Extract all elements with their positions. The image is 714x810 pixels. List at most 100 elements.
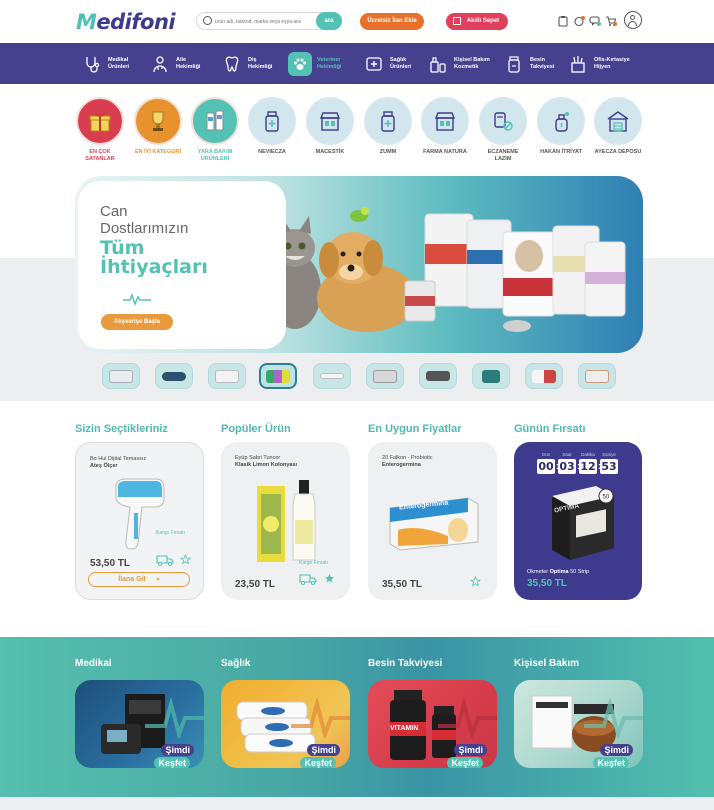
truck-icon [156, 555, 174, 566]
product-card-cologne[interactable]: Eyüp Sabri Tuncer Klasik Limon Kolonyası … [221, 442, 350, 600]
warehouse-icon [607, 111, 629, 132]
smart-cart-button[interactable]: Akıllı Sepet [446, 13, 508, 30]
category-farma-natura[interactable]: FARMA NATURA [421, 97, 469, 156]
star-filled-icon[interactable] [324, 573, 335, 584]
featured-card-personal-care[interactable]: Şimdi Keşfet [514, 680, 643, 768]
discover-now-label[interactable]: Şimdi [600, 744, 633, 756]
category-circle [594, 97, 642, 145]
star-icon[interactable] [180, 554, 191, 565]
store-icon [434, 112, 456, 131]
category-zumm[interactable]: ZUMM [364, 97, 412, 156]
hero-line-4: İhtiyaçları [100, 256, 208, 278]
featured-card-supplements[interactable]: VITAMIN Şimdi Keşfet [368, 680, 497, 768]
cologne-image [257, 480, 316, 562]
search-input[interactable] [215, 15, 315, 28]
svg-text:50: 50 [603, 495, 610, 501]
product-brand-text: Bo Hui Dijital Temassız [90, 456, 147, 462]
featured-title-medical: Medikal [75, 658, 112, 669]
thermometer-image [115, 478, 165, 550]
nav-item-veterinary[interactable]: Veteriner Hekimliği [288, 43, 351, 84]
star-icon[interactable] [470, 576, 481, 587]
search-button[interactable]: ara [316, 12, 342, 30]
vitamin-label: VITAMIN [390, 725, 419, 732]
category-label: ZUMM [379, 149, 397, 155]
nav-label: Ofis-Kırtasiye Hijyen [594, 56, 630, 70]
category-hakan-i-tri-yat[interactable]: HAKAN İTRİYAT [537, 97, 585, 156]
hero-thumb-9[interactable] [525, 363, 563, 389]
go-to-listing-button[interactable]: İlana Git » [88, 572, 190, 587]
deal-product-name: Okmeter Optima 50 Strip [527, 569, 589, 575]
logo[interactable]: Medifoni [76, 10, 176, 34]
nav-item-family[interactable]: Aile Hekimliği [150, 43, 206, 84]
category-circle [421, 97, 469, 145]
nav-label: Medikal Ürünleri [108, 56, 130, 70]
hero-thumb-7[interactable] [419, 363, 457, 389]
deal-brand: Okmeter [527, 569, 549, 575]
pills-icon [494, 112, 513, 131]
start-shopping-button[interactable]: Alışverişe Başla [101, 314, 173, 330]
product-card-enterogermina[interactable]: 20 Falkon - Probiotic Enterogermina Enter… [368, 442, 497, 600]
discover-button[interactable]: Keşfet [593, 757, 629, 768]
featured-card-medical[interactable]: Şimdi Keşfet [75, 680, 204, 768]
category-label: EN İYİ KATEGORİ [134, 149, 182, 155]
hero-thumb-5[interactable] [313, 363, 351, 389]
hero-line-2: Dostlarımızın [100, 220, 189, 237]
category-yara-bakim-ürünleri-[interactable]: YARA BAKIM ÜRÜNLERİ [191, 97, 239, 163]
category-circle [134, 97, 182, 145]
category-macesti-k[interactable]: MACESTİK [306, 97, 354, 156]
search-icon [203, 16, 212, 25]
logo-text: edifoni [96, 10, 176, 34]
category-label: EN ÇOK SATANLAR [85, 149, 115, 162]
chat-icon[interactable] [589, 14, 601, 26]
nav-item-medical[interactable]: Medikal Ürünleri [82, 43, 136, 84]
hero-thumb-6[interactable] [366, 363, 404, 389]
hero-subtitle: Can Dostlarımızın [100, 203, 188, 237]
discover-button[interactable]: Keşfet [447, 757, 483, 768]
section-title-popular: Popüler Ürün [221, 423, 291, 435]
category-en-çok-satanlar[interactable]: EN ÇOK SATANLAR [76, 97, 124, 163]
category-eczaneme-lazim[interactable]: ECZANEME LAZIM [479, 97, 527, 163]
discover-now-label[interactable]: Şimdi [307, 744, 340, 756]
nav-item-office[interactable]: Ofis-Kırtasiye Hijyen [568, 43, 638, 84]
free-listing-button[interactable]: Ücretsiz İlan Ekle [360, 13, 424, 30]
pharmacy-icon [265, 111, 279, 132]
discover-button[interactable]: Keşfet [154, 757, 190, 768]
discover-now-label[interactable]: Şimdi [161, 744, 194, 756]
discover-button[interactable]: Keşfet [300, 757, 336, 768]
category-ayecza-deposu[interactable]: AYECZA DEPOSU [594, 97, 642, 156]
doctor-icon [153, 55, 167, 72]
category-circle [248, 97, 296, 145]
perfume-icon [555, 112, 569, 132]
nav-item-dental[interactable]: Diş Hekimliği [222, 43, 276, 84]
category-neviecza[interactable]: NEVIECZA [248, 97, 296, 156]
nav-item-health[interactable]: Sağlık Ürünleri [364, 43, 418, 84]
nav-item-supplements[interactable]: Besin Takviyesi [504, 43, 558, 84]
hero-thumb-10[interactable] [578, 363, 616, 389]
cargo-label: Kargo Fırsatı [299, 560, 328, 566]
timer-seconds: 53 [600, 459, 618, 474]
hero-thumb-3[interactable] [208, 363, 246, 389]
clipboard-icon[interactable] [557, 14, 569, 27]
double-chevron-icon: » [155, 576, 160, 583]
featured-card-health[interactable]: Şimdi Keşfet [221, 680, 350, 768]
category-circle [537, 97, 585, 145]
category-circle [76, 97, 124, 145]
category-en-i-yi-kategori-[interactable]: EN İYİ KATEGORİ [134, 97, 182, 156]
pulse-icon [123, 292, 151, 306]
pharmacy-icon [381, 111, 395, 132]
user-icon[interactable] [624, 11, 642, 29]
pulse-line-decoration [291, 698, 350, 738]
product-brand: Eyüp Sabri Tuncer Klasik Limon Kolonyası [235, 455, 297, 469]
timer-days: 00 [537, 459, 555, 474]
product-name: Klasik Limon Kolonyası [235, 462, 298, 468]
discover-now-label[interactable]: Şimdi [454, 744, 487, 756]
category-circle [191, 97, 239, 145]
section-title-deal: Günün Fırsatı [514, 423, 586, 435]
hero-thumb-8[interactable] [472, 363, 510, 389]
nav-item-personal-care[interactable]: Kişisel Bakım Kozmetik [428, 43, 498, 84]
hero-thumb-2[interactable] [155, 363, 193, 389]
cart-icon[interactable] [605, 14, 618, 26]
hero-thumb-4[interactable] [259, 363, 297, 389]
alarm-icon[interactable] [573, 14, 585, 27]
hero-thumb-1[interactable] [102, 363, 140, 389]
